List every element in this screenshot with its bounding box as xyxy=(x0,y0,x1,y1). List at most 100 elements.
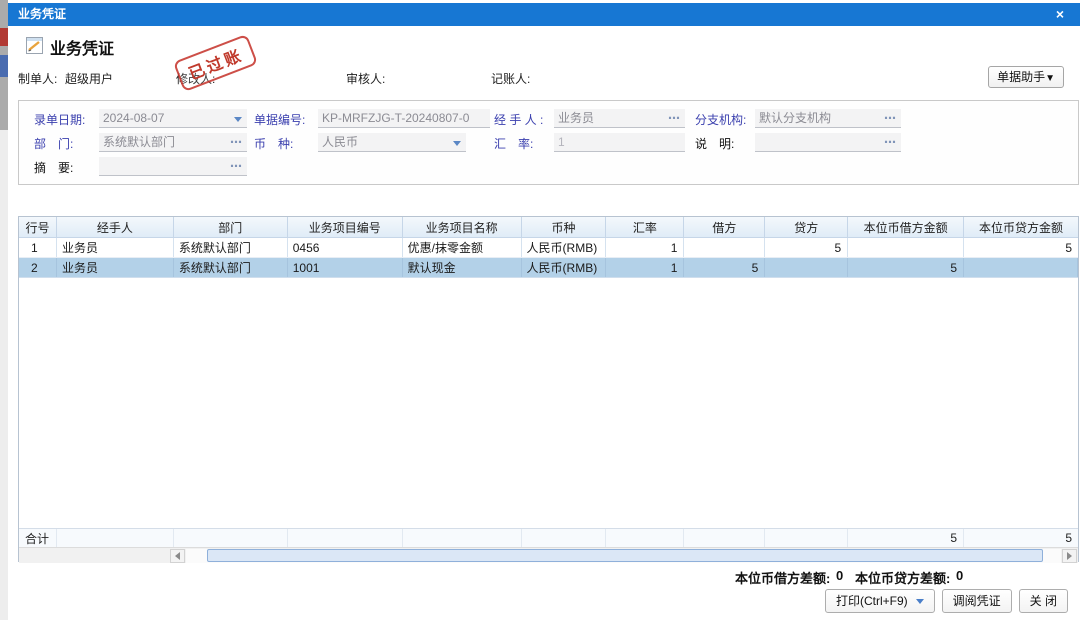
maker-label: 制单人: xyxy=(18,70,57,87)
department-value: 系统默认部门 xyxy=(103,133,175,151)
col-header-rowno[interactable]: 行号 xyxy=(19,217,57,237)
bookkeeper-label: 记账人: xyxy=(491,70,530,87)
doc-no-field[interactable]: KP-MRFZJG-T-20240807-0 xyxy=(318,109,490,128)
scroll-right-button[interactable] xyxy=(1062,549,1077,563)
branch-label: 分支机构: xyxy=(695,111,746,130)
auditor-label: 审核人: xyxy=(346,70,385,87)
cell-handler: 业务员 xyxy=(57,258,174,277)
ellipsis-lookup-icon[interactable]: ⋯ xyxy=(230,157,243,175)
exchange-rate-value: 1 xyxy=(558,133,565,151)
footer-buttons: 打印(Ctrl+F9) 调阅凭证 关 闭 xyxy=(825,589,1068,613)
total-debit-base: 5 xyxy=(848,529,964,547)
record-date-field[interactable]: 2024-08-07 xyxy=(99,109,247,128)
close-icon[interactable]: × xyxy=(1052,3,1068,26)
cell-debit-base xyxy=(848,238,964,257)
col-header-project-name[interactable]: 业务项目名称 xyxy=(403,217,522,237)
cell-credit: 5 xyxy=(765,238,848,257)
chevron-down-icon: ▼ xyxy=(1045,73,1055,84)
total-empty xyxy=(288,529,403,547)
entries-table: 行号 经手人 部门 业务项目编号 业务项目名称 币种 汇率 借方 贷方 本位币借… xyxy=(18,216,1079,562)
background-red-fragment xyxy=(0,28,8,46)
close-button[interactable]: 关 闭 xyxy=(1019,589,1068,613)
total-label: 合计 xyxy=(19,529,57,547)
department-field[interactable]: 系统默认部门 ⋯ xyxy=(99,133,247,152)
total-empty xyxy=(522,529,607,547)
col-header-rate[interactable]: 汇率 xyxy=(606,217,684,237)
cell-debit xyxy=(684,238,765,257)
col-header-currency[interactable]: 币种 xyxy=(522,217,607,237)
total-empty xyxy=(765,529,848,547)
col-header-handler[interactable]: 经手人 xyxy=(57,217,174,237)
voucher-form: 录单日期: 2024-08-07 单据编号: KP-MRFZJG-T-20240… xyxy=(18,100,1079,185)
maker-value: 超级用户 xyxy=(65,70,113,87)
col-header-project-no[interactable]: 业务项目编号 xyxy=(288,217,403,237)
col-header-credit-base[interactable]: 本位币贷方金额 xyxy=(964,217,1078,237)
background-blue-fragment xyxy=(0,55,8,77)
cell-debit: 5 xyxy=(684,258,765,277)
scrollbar-track[interactable] xyxy=(186,549,1061,563)
summary-field[interactable]: ⋯ xyxy=(99,157,247,176)
ellipsis-lookup-icon[interactable]: ⋯ xyxy=(884,109,897,127)
credit-diff-label: 本位币贷方差额: xyxy=(855,568,950,587)
total-empty xyxy=(57,529,174,547)
background-window-edge xyxy=(0,0,8,620)
total-empty xyxy=(606,529,684,547)
ellipsis-lookup-icon[interactable]: ⋯ xyxy=(884,133,897,151)
col-header-department[interactable]: 部门 xyxy=(174,217,288,237)
table-header-row: 行号 经手人 部门 业务项目编号 业务项目名称 币种 汇率 借方 贷方 本位币借… xyxy=(19,217,1078,238)
voucher-assistant-button[interactable]: 单据助手▼ xyxy=(988,66,1064,88)
col-header-credit[interactable]: 贷方 xyxy=(765,217,848,237)
credit-diff-value: 0 xyxy=(956,568,963,583)
cell-rate: 1 xyxy=(606,238,684,257)
print-button[interactable]: 打印(Ctrl+F9) xyxy=(825,589,935,613)
cell-rowno: 2 xyxy=(19,258,57,277)
summary-label: 摘 要: xyxy=(34,159,73,178)
table-row-selected[interactable]: 2 业务员 系统默认部门 1001 默认现金 人民币(RMB) 1 5 5 xyxy=(19,258,1078,278)
voucher-pencil-icon xyxy=(26,37,43,54)
cell-currency: 人民币(RMB) xyxy=(522,258,607,277)
debit-diff-label: 本位币借方差额: xyxy=(735,568,830,587)
business-voucher-dialog: 业务凭证 × 业务凭证 制单人: 超级用户 修改人: 审核人: 记账人: 已过账… xyxy=(8,0,1080,620)
view-voucher-label: 调阅凭证 xyxy=(953,590,1001,612)
cell-project-no: 0456 xyxy=(288,238,403,257)
exchange-rate-field[interactable]: 1 xyxy=(554,133,685,152)
voucher-assistant-label: 单据助手 xyxy=(997,70,1045,84)
page-title: 业务凭证 xyxy=(50,35,114,59)
print-button-label: 打印(Ctrl+F9) xyxy=(836,590,908,612)
scroll-left-button[interactable] xyxy=(170,549,185,563)
cell-debit-base: 5 xyxy=(848,258,964,277)
col-header-debit[interactable]: 借方 xyxy=(684,217,765,237)
currency-label: 币 种: xyxy=(254,135,293,154)
dialog-titlebar[interactable]: 业务凭证 × xyxy=(8,3,1080,26)
chevron-down-icon[interactable] xyxy=(453,141,461,146)
chevron-down-icon[interactable] xyxy=(916,599,924,604)
scrollbar-thumb[interactable] xyxy=(207,549,1043,562)
debit-diff-value: 0 xyxy=(836,568,843,583)
ellipsis-lookup-icon[interactable]: ⋯ xyxy=(668,109,681,127)
total-row: 合计 5 5 xyxy=(19,528,1078,547)
ellipsis-lookup-icon[interactable]: ⋯ xyxy=(230,133,243,151)
cell-credit xyxy=(765,258,848,277)
table-row[interactable]: 1 业务员 系统默认部门 0456 优惠/抹零金额 人民币(RMB) 1 5 5 xyxy=(19,238,1078,258)
cell-project-name: 默认现金 xyxy=(403,258,522,277)
branch-field[interactable]: 默认分支机构 ⋯ xyxy=(755,109,901,128)
view-voucher-button[interactable]: 调阅凭证 xyxy=(942,589,1012,613)
doc-no-value: KP-MRFZJG-T-20240807-0 xyxy=(322,109,469,127)
cell-department: 系统默认部门 xyxy=(174,258,288,277)
cell-rowno: 1 xyxy=(19,238,57,257)
cell-currency: 人民币(RMB) xyxy=(522,238,607,257)
handler-field[interactable]: 业务员 ⋯ xyxy=(554,109,685,128)
note-field[interactable]: ⋯ xyxy=(755,133,901,152)
note-label: 说 明: xyxy=(695,135,734,154)
record-date-value: 2024-08-07 xyxy=(103,109,164,127)
currency-field[interactable]: 人民币 xyxy=(318,133,466,152)
total-credit-base: 5 xyxy=(964,529,1078,547)
col-header-debit-base[interactable]: 本位币借方金额 xyxy=(848,217,964,237)
close-button-label: 关 闭 xyxy=(1030,590,1057,612)
arrow-right-icon xyxy=(1067,552,1072,560)
currency-value: 人民币 xyxy=(322,133,358,151)
chevron-down-icon[interactable] xyxy=(234,117,242,122)
arrow-left-icon xyxy=(175,552,180,560)
horizontal-scrollbar[interactable] xyxy=(19,547,1078,563)
cell-credit-base: 5 xyxy=(964,238,1078,257)
